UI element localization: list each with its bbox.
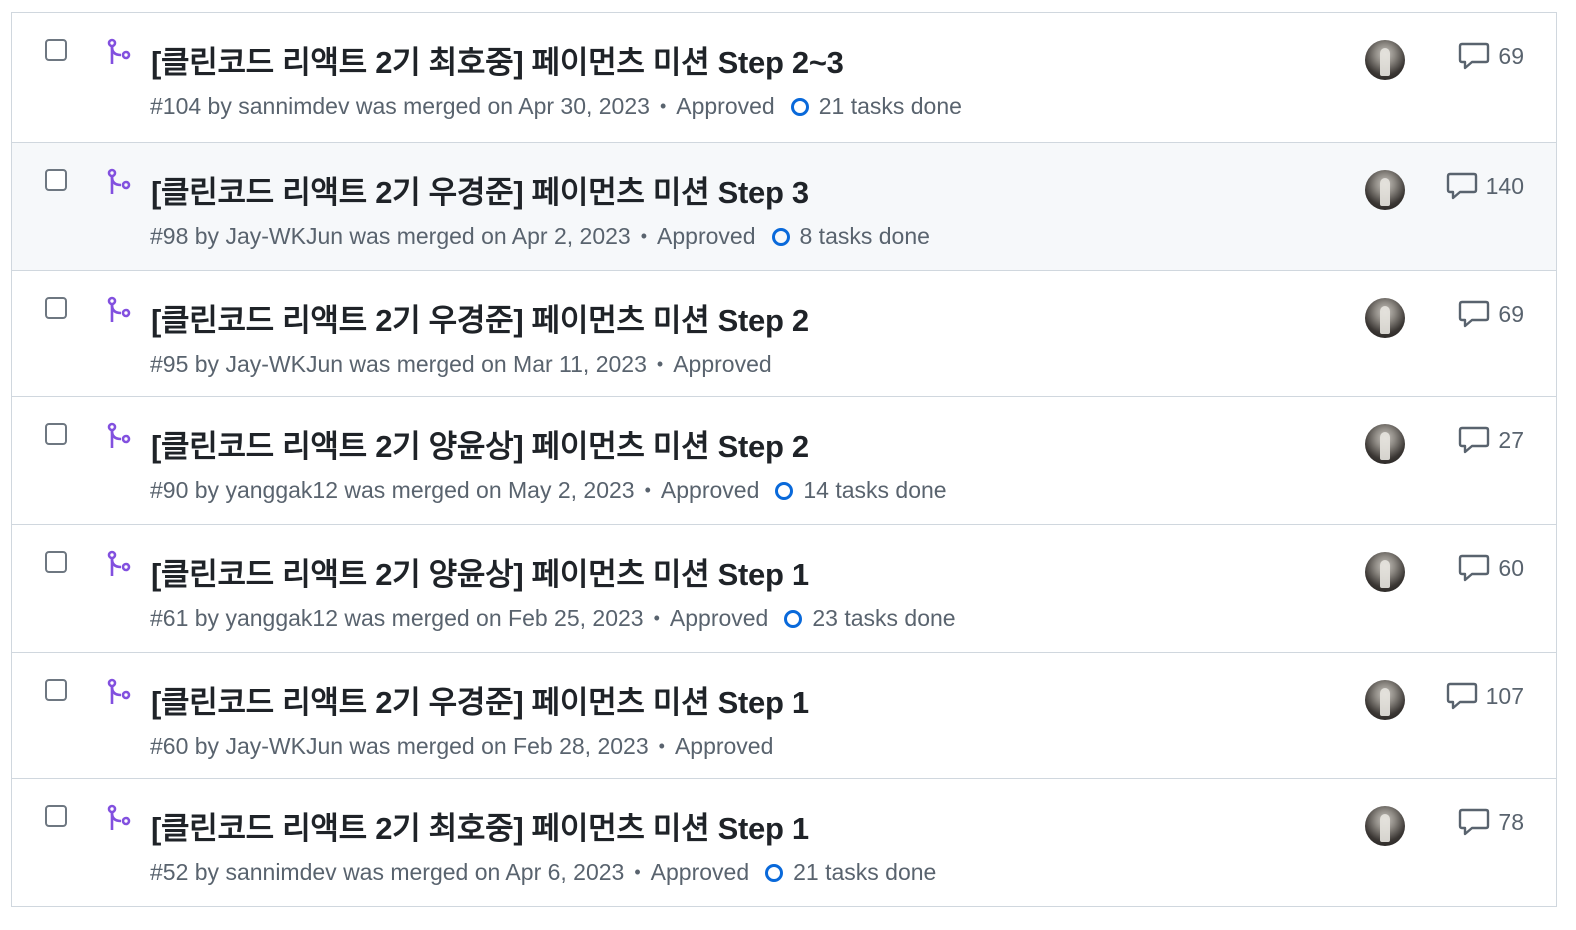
separator-dot: • [644,480,651,500]
pull-request-title-link[interactable]: [클린코드 리액트 2기 우경준] 페이먼츠 미션 Step 2 [151,295,809,340]
comment-icon [1459,42,1490,70]
review-status[interactable]: Approved [676,93,774,120]
review-status[interactable]: Approved [651,859,749,886]
pull-request-meta: #52 by sannimdev was merged on Apr 6, 20… [150,859,936,886]
pull-request-meta-text: #60 by Jay-WKJun was merged on Feb 28, 2… [150,733,649,759]
tasks-done: 8 tasks done [799,223,930,249]
pull-request-title-link[interactable]: [클린코드 리액트 2기 양윤상] 페이먼츠 미션 Step 2 [151,421,809,466]
comment-count: 69 [1498,42,1524,69]
select-checkbox[interactable] [45,551,67,573]
comment-count: 140 [1485,172,1524,199]
assignee-avatar[interactable] [1365,424,1405,464]
comments-link[interactable]: 140 [1446,171,1524,201]
select-checkbox[interactable] [45,423,67,445]
review-status[interactable]: Approved [661,477,759,504]
pull-request-meta: #104 by sannimdev was merged on Apr 30, … [150,93,962,120]
comment-count: 107 [1485,682,1524,709]
assignee-avatar[interactable] [1365,552,1405,592]
separator-dot: • [658,736,665,756]
select-checkbox[interactable] [45,297,67,319]
review-status[interactable]: Approved [657,223,755,250]
merged-pr-icon [107,678,131,704]
pull-request-row[interactable]: [클린코드 리액트 2기 우경준] 페이먼츠 미션 Step 1 #60 by … [12,653,1556,779]
comments-link[interactable]: 69 [1458,299,1524,329]
pull-request-title-link[interactable]: [클린코드 리액트 2기 최호중] 페이먼츠 미션 Step 1 [151,803,809,848]
select-checkbox[interactable] [45,169,67,191]
merged-pr-icon [107,168,131,194]
assignee-avatar[interactable] [1365,298,1405,338]
comment-count: 27 [1498,426,1524,453]
comments-link[interactable]: 107 [1446,681,1524,711]
pull-request-row[interactable]: [클린코드 리액트 2기 양윤상] 페이먼츠 미션 Step 2 #90 by … [12,397,1556,525]
pull-request-meta: #90 by yanggak12 was merged on May 2, 20… [150,477,947,504]
assignee-avatar[interactable] [1365,40,1405,80]
pull-request-meta-text: #98 by Jay-WKJun was merged on Apr 2, 20… [150,223,631,249]
task-progress-icon [775,481,794,500]
pull-request-title-link[interactable]: [클린코드 리액트 2기 우경준] 페이먼츠 미션 Step 1 [151,677,809,722]
separator-dot: • [659,96,667,116]
pull-request-meta: #60 by Jay-WKJun was merged on Feb 28, 2… [150,733,773,760]
pull-request-list: [클린코드 리액트 2기 최호중] 페이먼츠 미션 Step 2~3 #104 … [11,12,1557,907]
task-progress-icon [765,863,784,882]
separator-dot: • [640,226,648,246]
comments-link[interactable]: 27 [1458,425,1524,455]
tasks-done: 14 tasks done [803,477,947,503]
assignee-avatar[interactable] [1365,680,1405,720]
separator-dot: • [634,862,641,882]
comment-icon [1459,554,1490,582]
comments-link[interactable]: 78 [1458,807,1524,837]
pull-request-row[interactable]: [클린코드 리액트 2기 최호중] 페이먼츠 미션 Step 1 #52 by … [12,779,1556,907]
pull-request-meta: #95 by Jay-WKJun was merged on Mar 11, 2… [150,351,772,378]
select-checkbox[interactable] [45,805,67,827]
pull-request-title-link[interactable]: [클린코드 리액트 2기 최호중] 페이먼츠 미션 Step 2~3 [151,37,844,82]
assignee-avatar[interactable] [1365,170,1405,210]
task-progress-icon [790,97,809,116]
pull-request-row[interactable]: [클린코드 리액트 2기 양윤상] 페이먼츠 미션 Step 1 #61 by … [12,525,1556,653]
pull-request-meta-text: #61 by yanggak12 was merged on Feb 25, 2… [150,605,644,631]
pull-request-title-link[interactable]: [클린코드 리액트 2기 양윤상] 페이먼츠 미션 Step 1 [151,549,809,594]
comment-icon [1459,426,1490,454]
comment-icon [1459,300,1490,328]
comment-count: 69 [1498,300,1524,327]
separator-dot: • [653,608,660,628]
select-checkbox[interactable] [45,679,67,701]
tasks-done: 21 tasks done [818,93,962,119]
tasks-done: 21 tasks done [793,859,937,885]
separator-dot: • [656,354,664,374]
comment-icon [1446,172,1477,200]
comments-link[interactable]: 69 [1458,41,1524,71]
pull-request-meta: #61 by yanggak12 was merged on Feb 25, 2… [150,605,956,632]
merged-pr-icon [107,296,131,322]
merged-pr-icon [107,550,131,576]
comment-icon [1459,808,1490,836]
pull-request-meta-text: #52 by sannimdev was merged on Apr 6, 20… [150,859,625,885]
select-checkbox[interactable] [45,39,67,61]
review-status[interactable]: Approved [673,351,771,378]
comments-link[interactable]: 60 [1458,553,1524,583]
tasks-done: 23 tasks done [812,605,956,631]
task-progress-icon [771,227,790,246]
pull-request-meta-text: #90 by yanggak12 was merged on May 2, 20… [150,477,635,503]
pull-request-meta: #98 by Jay-WKJun was merged on Apr 2, 20… [150,223,930,250]
pull-request-meta-text: #95 by Jay-WKJun was merged on Mar 11, 2… [150,351,647,377]
merged-pr-icon [107,422,131,448]
merged-pr-icon [107,804,131,830]
review-status[interactable]: Approved [675,733,773,760]
task-progress-icon [784,609,803,628]
assignee-avatar[interactable] [1365,806,1405,846]
pull-request-meta-text: #104 by sannimdev was merged on Apr 30, … [150,93,650,119]
pull-request-row[interactable]: [클린코드 리액트 2기 우경준] 페이먼츠 미션 Step 3 #98 by … [12,143,1556,271]
pull-request-row[interactable]: [클린코드 리액트 2기 우경준] 페이먼츠 미션 Step 2 #95 by … [12,271,1556,397]
comment-icon [1446,682,1477,710]
comment-count: 78 [1498,808,1524,835]
comment-count: 60 [1498,554,1524,581]
review-status[interactable]: Approved [670,605,768,632]
pull-request-title-link[interactable]: [클린코드 리액트 2기 우경준] 페이먼츠 미션 Step 3 [151,167,809,212]
pull-request-row[interactable]: [클린코드 리액트 2기 최호중] 페이먼츠 미션 Step 2~3 #104 … [12,13,1556,143]
merged-pr-icon [107,38,131,64]
